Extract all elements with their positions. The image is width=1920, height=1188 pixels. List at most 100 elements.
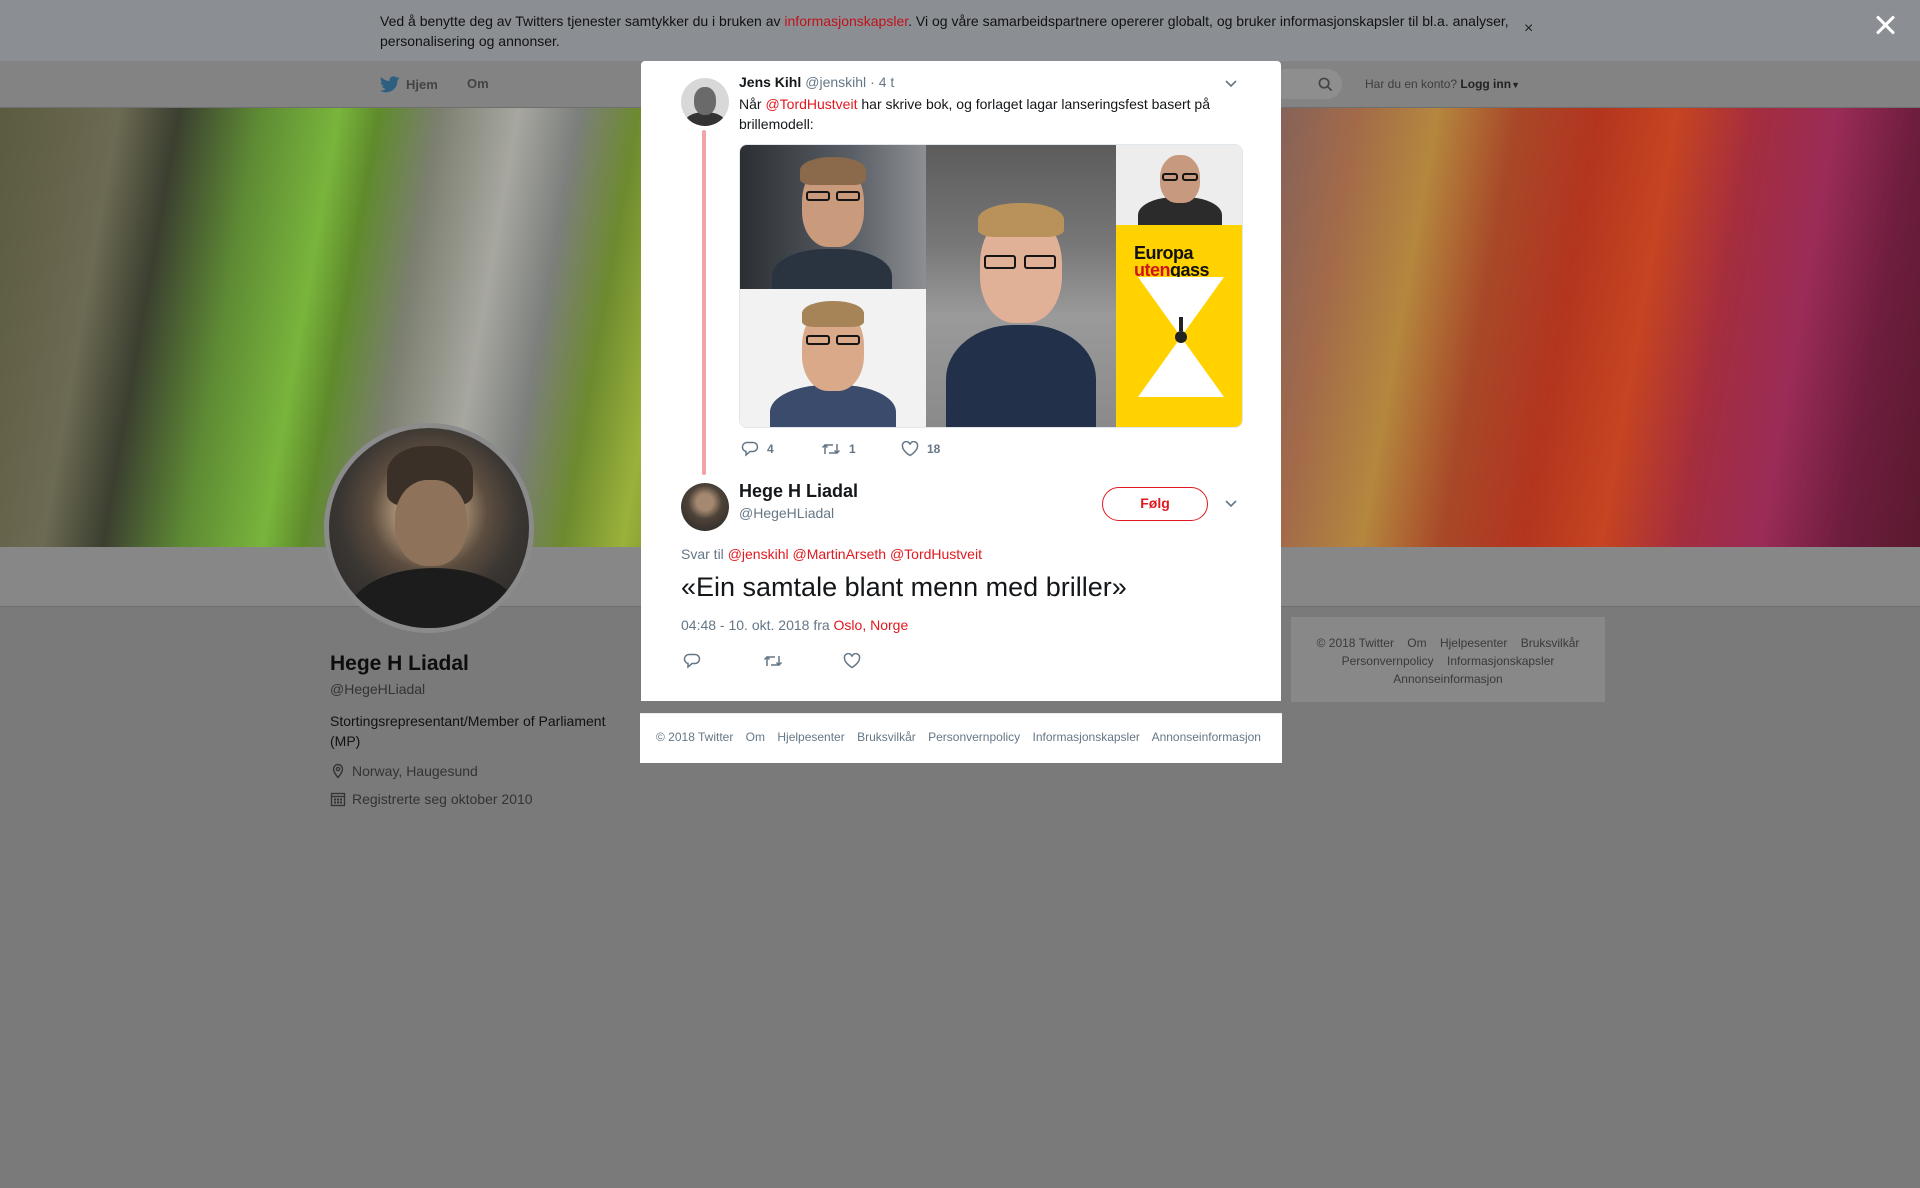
- main-tweet-avatar[interactable]: [681, 483, 729, 531]
- main-tweet-timestamp[interactable]: 04:48 - 10. okt. 2018 fra: [681, 617, 830, 633]
- profile-location-text: Norway, Haugesund: [352, 763, 478, 779]
- profile-location: Norway, Haugesund: [330, 763, 478, 779]
- footer-link-ads[interactable]: Annonseinformasjon: [1393, 672, 1502, 686]
- modal-footer-help[interactable]: Hjelpesenter: [777, 730, 844, 744]
- tweet-modal: Jens Kihl @jenskihl · 4 t Når @TordHustv…: [641, 61, 1281, 701]
- reply-count: 4: [767, 442, 774, 456]
- reply-to-line: Svar til @jenskihl @MartinArseth @TordHu…: [681, 546, 982, 562]
- parent-tweet-actions: 4 1 18: [741, 441, 981, 457]
- footer-link-privacy[interactable]: Personvernpolicy: [1342, 654, 1434, 668]
- profile-handle[interactable]: @HegeHLiadal: [330, 681, 425, 697]
- photo-glasses-right: [1182, 173, 1198, 181]
- like-action[interactable]: [843, 653, 923, 669]
- like-action[interactable]: 18: [901, 441, 981, 457]
- parent-tweet-text: Når @TordHustveit har skrive bok, og for…: [739, 94, 1229, 134]
- reply-action[interactable]: [683, 653, 763, 669]
- photo-hair: [978, 203, 1064, 237]
- book-title: Europa utengass: [1134, 244, 1210, 279]
- profile-joined-text: Registrerte seg oktober 2010: [352, 791, 533, 807]
- photo-glasses-left: [984, 255, 1016, 269]
- retweet-icon: [821, 443, 841, 455]
- footer-link-cookies[interactable]: Informasjonskapsler: [1447, 654, 1554, 668]
- photo-glasses-left: [806, 335, 830, 345]
- sidebar-footer: © 2018 Twitter Om Hjelpesenter Bruksvilk…: [1291, 617, 1605, 702]
- modal-footer-terms[interactable]: Bruksvilkår: [857, 730, 916, 744]
- cookie-banner-text: Ved å benytte deg av Twitters tjenester …: [380, 11, 1520, 51]
- profile-joined: Registrerte seg oktober 2010: [330, 791, 533, 807]
- reply-icon: [683, 653, 701, 669]
- photo-hair: [800, 157, 866, 185]
- modal-footer-cookies[interactable]: Informasjonskapsler: [1033, 730, 1140, 744]
- photo-hair: [802, 301, 864, 327]
- login-area: Har du en konto? Logg inn▼: [1365, 77, 1520, 91]
- reply-mention-1[interactable]: @jenskihl: [728, 546, 789, 562]
- nav-home[interactable]: Hjem: [380, 76, 438, 93]
- photo-shirt: [770, 385, 896, 427]
- photo-shirt: [946, 325, 1096, 427]
- chevron-down-icon[interactable]: [1223, 495, 1239, 511]
- avatar-body: [349, 568, 519, 628]
- login-link[interactable]: Logg inn: [1460, 77, 1511, 91]
- book-author-photo: [1116, 145, 1242, 237]
- modal-footer-privacy[interactable]: Personvernpolicy: [928, 730, 1020, 744]
- profile-avatar[interactable]: [324, 423, 534, 633]
- reply-icon: [741, 441, 759, 457]
- main-tweet-location[interactable]: Oslo, Norge: [834, 617, 909, 633]
- close-modal-button[interactable]: [1872, 12, 1900, 40]
- parent-tweet-avatar[interactable]: [681, 78, 729, 126]
- profile-bio: Stortingsrepresentant/Member of Parliame…: [330, 713, 606, 749]
- footer-link-terms[interactable]: Bruksvilkår: [1521, 636, 1580, 650]
- retweet-action[interactable]: [763, 653, 843, 669]
- heart-icon: [843, 653, 861, 669]
- reply-mention-3[interactable]: @TordHustveit: [890, 546, 982, 562]
- main-tweet-handle[interactable]: @HegeHLiadal: [739, 505, 834, 521]
- photo-man-2: [740, 289, 926, 427]
- main-tweet-meta: 04:48 - 10. okt. 2018 fra Oslo, Norge: [681, 617, 908, 633]
- footer-link-help[interactable]: Hjelpesenter: [1440, 636, 1507, 650]
- retweet-action[interactable]: 1: [821, 441, 901, 457]
- modal-footer-about[interactable]: Om: [746, 730, 765, 744]
- cookie-close-button[interactable]: ×: [1524, 20, 1533, 38]
- location-pin-icon: [332, 763, 344, 779]
- heart-icon: [901, 441, 919, 457]
- photo-glasses-right: [836, 191, 860, 201]
- thread-connector: [702, 130, 706, 475]
- avatar-face: [694, 87, 716, 115]
- search-icon: [1318, 77, 1333, 92]
- parent-tweet-name[interactable]: Jens Kihl: [739, 74, 801, 90]
- follow-button[interactable]: Følg: [1102, 487, 1208, 521]
- tweet-media-collage[interactable]: Europa utengass: [739, 144, 1243, 428]
- twitter-bird-icon: [380, 76, 400, 93]
- cookie-text-before: Ved å benytte deg av Twitters tjenester …: [380, 13, 785, 29]
- chevron-down-icon[interactable]: [1223, 75, 1239, 91]
- footer-link-about[interactable]: Om: [1407, 636, 1426, 650]
- login-prompt: Har du en konto?: [1365, 77, 1458, 91]
- main-tweet-text: «Ein samtale blant menn med briller»: [681, 572, 1127, 602]
- nav-about[interactable]: Om: [467, 76, 489, 91]
- cookie-link[interactable]: informasjonskapsler: [784, 13, 908, 29]
- parent-mention[interactable]: @TordHustveit: [765, 96, 857, 112]
- modal-footer-ads[interactable]: Annonseinformasjon: [1152, 730, 1261, 744]
- main-tweet-actions: [683, 653, 923, 669]
- hourglass-illustration: [1138, 277, 1224, 397]
- footer-link-copyright: © 2018 Twitter: [1316, 636, 1394, 650]
- retweet-count: 1: [849, 442, 856, 456]
- main-tweet-name[interactable]: Hege H Liadal: [739, 481, 858, 502]
- modal-footer: © 2018 Twitter Om Hjelpesenter Bruksvilk…: [640, 713, 1282, 763]
- parent-tweet-time[interactable]: · 4 t: [870, 74, 894, 90]
- avatar-face: [395, 480, 467, 566]
- reply-action[interactable]: 4: [741, 441, 821, 457]
- retweet-icon: [763, 655, 783, 667]
- reply-to-prefix: Svar til: [681, 546, 724, 562]
- profile-name[interactable]: Hege H Liadal: [330, 652, 469, 676]
- nav-home-label: Hjem: [406, 77, 438, 92]
- photo-book: Europa utengass: [1116, 145, 1242, 427]
- book-cover: Europa utengass: [1116, 225, 1242, 427]
- modal-footer-copyright: © 2018 Twitter: [656, 730, 734, 744]
- reply-mention-2[interactable]: @MartinArseth: [792, 546, 886, 562]
- parent-tweet-header: Jens Kihl @jenskihl · 4 t: [739, 74, 894, 90]
- photo-glasses-left: [806, 191, 830, 201]
- photo-man-center: [926, 145, 1116, 427]
- parent-tweet-handle[interactable]: @jenskihl: [805, 74, 866, 90]
- photo-shirt: [772, 249, 892, 289]
